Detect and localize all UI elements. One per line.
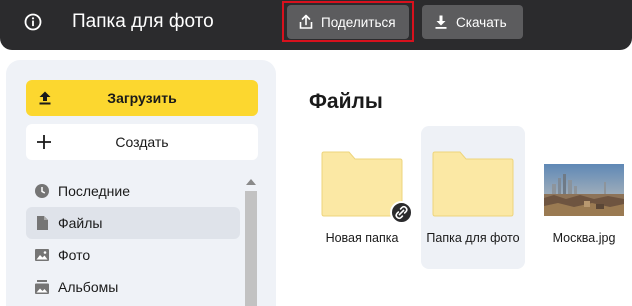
sidebar-item-label: Файлы — [58, 215, 103, 231]
image-thumbnail — [544, 164, 624, 216]
upload-icon — [39, 91, 51, 105]
create-button[interactable]: Создать — [26, 124, 258, 160]
plus-icon — [37, 135, 51, 149]
image-icon — [35, 249, 49, 261]
scroll-up-arrow-icon[interactable] — [246, 179, 256, 185]
file-tile-new-folder[interactable]: Новая папка — [310, 126, 414, 269]
sidebar: Загрузить Создать Последние Файлы Фото А… — [6, 60, 276, 306]
download-button[interactable]: Скачать — [422, 5, 523, 39]
folder-title: Папка для фото — [72, 11, 214, 32]
sidebar-item-recent[interactable]: Последние — [26, 175, 240, 207]
file-name: Папка для фото — [426, 231, 520, 245]
download-label: Скачать — [456, 14, 507, 30]
page-title: Файлы — [309, 90, 383, 113]
scrollbar-thumb[interactable] — [245, 191, 257, 306]
file-tile-moscow-image[interactable]: Москва.jpg — [532, 126, 632, 269]
sidebar-item-label: Альбомы — [58, 279, 119, 295]
city-photo-icon — [544, 164, 624, 216]
link-icon — [395, 205, 408, 220]
share-button-highlight — [282, 1, 414, 42]
sidebar-item-albums[interactable]: Альбомы — [26, 271, 240, 303]
folder-icon — [432, 151, 514, 217]
sidebar-item-label: Последние — [58, 183, 131, 199]
file-icon — [37, 216, 48, 230]
file-tile-photo-folder[interactable]: Папка для фото — [421, 126, 525, 269]
album-icon — [35, 280, 49, 294]
file-name: Новая папка — [325, 231, 399, 245]
sidebar-item-label: Фото — [58, 247, 91, 263]
sidebar-item-files[interactable]: Файлы — [26, 207, 240, 239]
create-label: Создать — [115, 134, 169, 150]
clock-icon — [35, 184, 49, 198]
upload-label: Загрузить — [107, 90, 177, 106]
sidebar-scrollbar[interactable] — [244, 175, 258, 306]
info-icon[interactable] — [23, 12, 43, 32]
sidebar-item-photos[interactable]: Фото — [26, 239, 240, 271]
sidebar-nav: Последние Файлы Фото Альбомы — [26, 175, 240, 303]
file-name: Москва.jpg — [552, 231, 616, 245]
shared-link-badge — [390, 201, 413, 224]
upload-button[interactable]: Загрузить — [26, 80, 258, 116]
download-icon — [435, 15, 447, 29]
